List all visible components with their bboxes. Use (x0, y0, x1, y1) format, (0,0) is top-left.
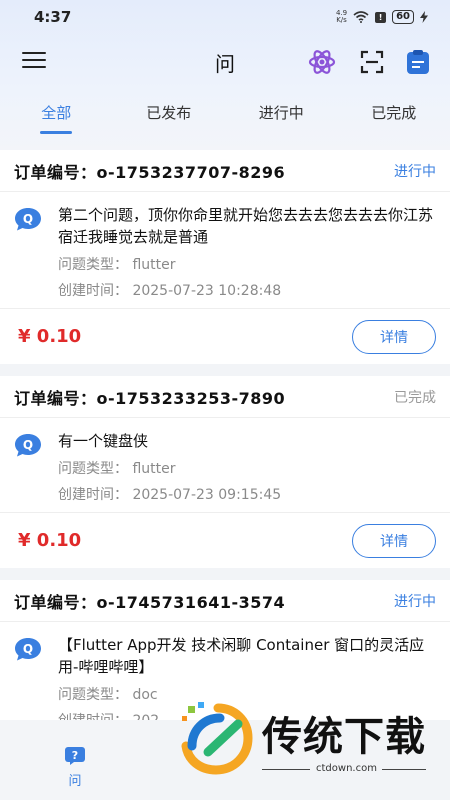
status-badge: 已完成 (394, 389, 436, 406)
order-card-header: 订单编号：o-1753233253-7890 已完成 (0, 376, 450, 418)
app-bar: 问 (0, 38, 450, 84)
question-bubble-icon: Q (15, 434, 41, 457)
question-title: 【Flutter App开发 技术闲聊 Container 窗口的灵活应用-哔哩… (58, 636, 425, 676)
sim-alert-icon: ! (375, 11, 387, 23)
order-card-body: Q 第二个问题，顶你你命里就开始您去去去您去去去你江苏宿迁我睡觉去就是普通 问题… (0, 192, 450, 308)
bottom-nav-item-ask[interactable]: ? 问 (0, 720, 150, 800)
question-icon: ? (65, 747, 85, 765)
clipboard-icon (407, 50, 429, 74)
question-bubble-icon: Q (15, 638, 41, 661)
watermark-text: 传统下载 (262, 714, 426, 760)
order-card-body: Q 有一个键盘侠 问题类型： flutter 创建时间： 2025-07-23 … (0, 418, 450, 512)
charging-icon (420, 11, 428, 23)
status-badge: 进行中 (394, 593, 436, 610)
order-list[interactable]: 订单编号：o-1753237707-8296 进行中 Q 第二个问题，顶你你命里… (0, 150, 450, 720)
status-badge: 进行中 (394, 163, 436, 180)
network-speed: 4.9 K/s (335, 9, 348, 24)
clipboard-button[interactable] (403, 47, 433, 77)
svg-text:Q: Q (23, 438, 33, 452)
order-card-header: 订单编号：o-1745731641-3574 进行中 (0, 580, 450, 622)
order-card[interactable]: 订单编号：o-1753237707-8296 进行中 Q 第二个问题，顶你你命里… (0, 150, 450, 364)
order-card[interactable]: 订单编号：o-1753233253-7890 已完成 Q 有一个键盘侠 问题类型… (0, 376, 450, 568)
price: ¥ 0.10 (18, 326, 82, 347)
tab-published[interactable]: 已发布 (113, 92, 226, 136)
created-time: 创建时间： 2025-07-23 10:28:48 (58, 283, 282, 299)
watermark-logo (181, 702, 253, 775)
watermark-divider (262, 769, 310, 770)
order-number: 订单编号：o-1753233253-7890 (14, 388, 286, 408)
order-number: 订单编号：o-1753237707-8296 (14, 162, 286, 182)
scan-button[interactable] (357, 47, 387, 77)
status-bar: 4:37 4.9 K/s ! 60 (0, 0, 450, 34)
svg-text:?: ? (72, 749, 78, 762)
watermark-url: ctdown.com (316, 763, 377, 774)
atom-button[interactable] (307, 47, 337, 77)
scan-icon (360, 50, 384, 74)
tab-all[interactable]: 全部 (0, 92, 113, 136)
question-type: 问题类型： flutter (58, 461, 176, 477)
filter-tabs: 全部 已发布 进行中 已完成 (0, 92, 450, 136)
tab-in-progress[interactable]: 进行中 (225, 92, 338, 136)
order-card[interactable]: 订单编号：o-1745731641-3574 进行中 Q 【Flutter Ap… (0, 580, 450, 720)
svg-text:Q: Q (23, 642, 33, 656)
question-type: 问题类型： flutter (58, 257, 176, 273)
detail-button[interactable]: 详情 (352, 523, 436, 558)
status-time: 4:37 (34, 8, 72, 26)
wifi-icon (353, 11, 369, 23)
created-time: 创建时间： 2025-07-23 09:15:45 (58, 487, 282, 503)
question-title: 有一个键盘侠 (58, 432, 149, 450)
question-bubble-icon: Q (15, 208, 41, 231)
order-number: 订单编号：o-1745731641-3574 (14, 592, 286, 612)
order-card-header: 订单编号：o-1753237707-8296 进行中 (0, 150, 450, 192)
price: ¥ 0.10 (18, 530, 82, 551)
bottom-nav-label: 问 (68, 774, 82, 789)
battery-indicator: 60 (392, 10, 414, 24)
status-icons: 4.9 K/s ! 60 (336, 10, 428, 24)
order-card-footer: ¥ 0.10 详情 (0, 308, 450, 364)
detail-button[interactable]: 详情 (352, 319, 436, 354)
watermark: 传统下载 ctdown.com (178, 700, 440, 780)
watermark-divider (382, 769, 426, 770)
question-title: 第二个问题，顶你你命里就开始您去去去您去去去你江苏宿迁我睡觉去就是普通 (58, 206, 434, 246)
atom-icon (308, 50, 336, 74)
svg-text:Q: Q (23, 212, 33, 226)
tab-completed[interactable]: 已完成 (338, 92, 450, 136)
order-card-footer: ¥ 0.10 详情 (0, 512, 450, 568)
